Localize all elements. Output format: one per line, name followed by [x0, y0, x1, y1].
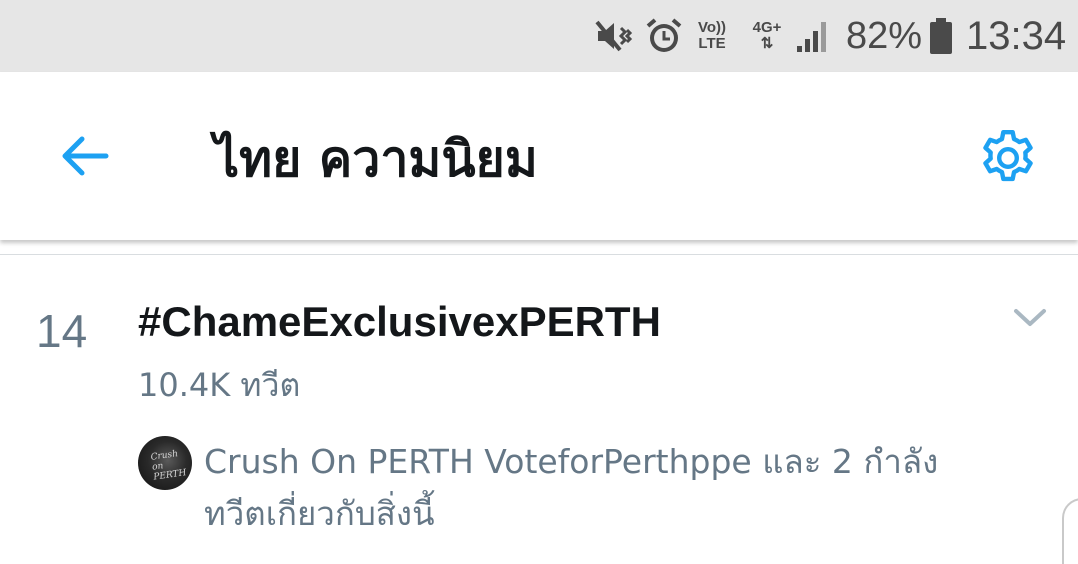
trend-rank: 14 — [36, 305, 88, 357]
network-4g-icon: 4G+ ⇅ — [748, 0, 786, 72]
page-title: ไทย ความนิยม — [214, 130, 538, 188]
clock-time: 13:34 — [966, 13, 1067, 58]
gear-icon — [983, 129, 1033, 182]
trend-hashtag[interactable]: #ChameExclusivexPERTH — [138, 298, 661, 346]
volte-label: Vo)) — [697, 19, 727, 36]
network-label: 4G+ — [752, 19, 782, 36]
battery-icon — [929, 0, 955, 72]
volte-icon: Vo)) LTE — [692, 0, 732, 72]
chevron-down-icon — [1014, 309, 1046, 326]
trend-options-button[interactable] — [1010, 302, 1050, 332]
arrow-left-icon — [62, 136, 109, 176]
trend-tweet-count: 10.4K ทวีต — [138, 366, 301, 404]
settings-button[interactable] — [972, 122, 1044, 194]
back-button[interactable] — [54, 126, 114, 186]
mute-vibrate-icon — [594, 0, 636, 72]
app-header: ไทย ความนิยม — [0, 72, 1078, 240]
trend-item[interactable]: 14 #ChameExclusivexPERTH 10.4K ทวีต Crus… — [0, 256, 1078, 564]
lte-label: LTE — [698, 35, 726, 52]
status-bar: Vo)) LTE 4G+ ⇅ 82% 13:34 — [0, 0, 1078, 72]
alarm-icon — [644, 0, 684, 72]
divider — [0, 254, 1078, 255]
scroll-edge-indicator — [1062, 498, 1078, 564]
avatar[interactable]: Crush on PERTH — [138, 436, 192, 490]
signal-icon — [796, 0, 832, 72]
battery-percent: 82% — [846, 14, 923, 57]
trend-context-text: Crush On PERTH VoteforPerthppe และ 2 กำล… — [204, 442, 939, 533]
data-activity-arrows: ⇅ — [760, 35, 774, 52]
avatar-text: Crush on PERTH — [150, 449, 188, 483]
